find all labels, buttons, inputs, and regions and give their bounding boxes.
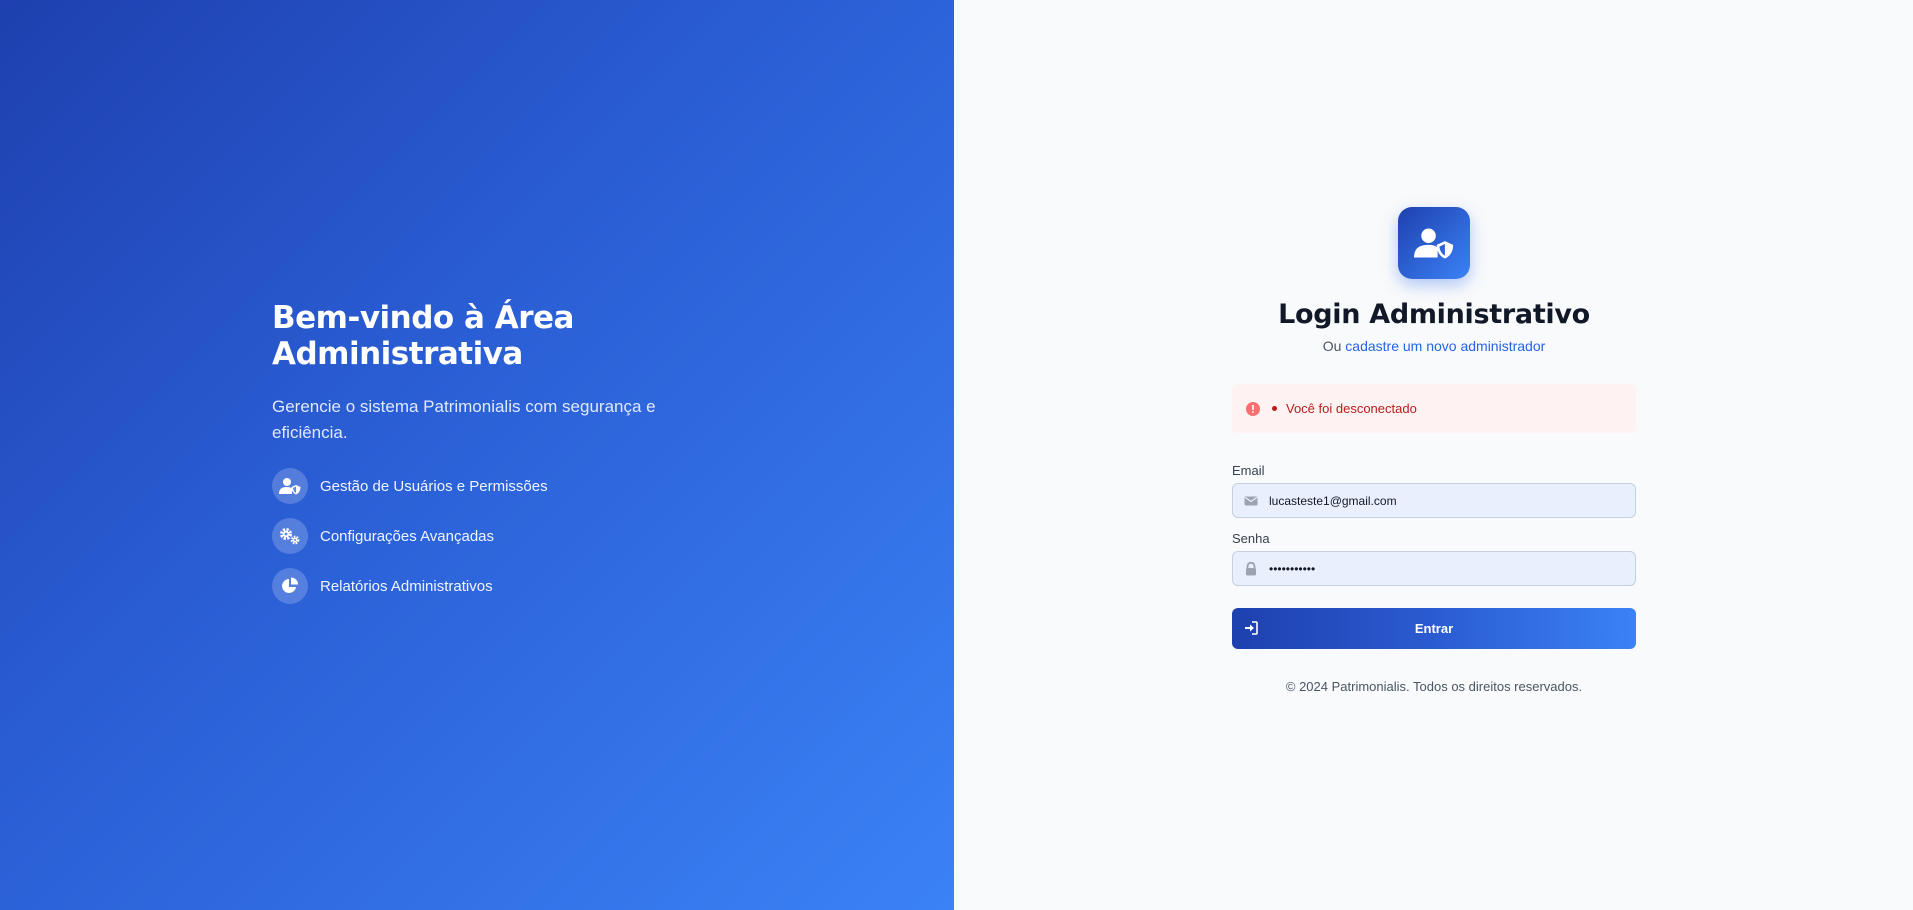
email-input[interactable] xyxy=(1233,484,1635,517)
password-label: Senha xyxy=(1232,531,1270,546)
exclamation-circle-icon xyxy=(1246,401,1260,416)
feature-label: Relatórios Administrativos xyxy=(320,577,493,595)
sign-in-icon xyxy=(1245,621,1258,635)
copyright-footer: © 2024 Patrimonialis. Todos os direitos … xyxy=(1285,679,1583,694)
alert-message: Você foi desconectado xyxy=(1286,401,1417,416)
page-title: Login Administrativo xyxy=(1278,299,1590,330)
cogs-icon xyxy=(272,518,308,554)
login-panel: Login Administrativo Ou cadastre um novo… xyxy=(954,0,1913,910)
email-field-wrapper xyxy=(1232,483,1636,518)
feature-item-reports: Relatórios Administrativos xyxy=(272,568,672,604)
lock-icon xyxy=(1246,562,1256,576)
feature-item-users: Gestão de Usuários e Permissões xyxy=(272,468,672,504)
user-shield-icon xyxy=(1398,207,1470,279)
hero-content: Bem-vindo à Área Administrativa Gerencie… xyxy=(272,300,672,618)
feature-item-settings: Configurações Avançadas xyxy=(272,518,672,554)
hero-title: Bem-vindo à Área Administrativa xyxy=(272,300,574,372)
feature-label: Gestão de Usuários e Permissões xyxy=(320,477,548,495)
feature-label: Configurações Avançadas xyxy=(320,527,495,545)
login-form: Login Administrativo Ou cadastre um novo… xyxy=(1232,207,1636,694)
pie-chart-icon xyxy=(272,568,308,604)
user-shield-icon xyxy=(272,468,308,504)
feature-list: Gestão de Usuários e Permissões Configur… xyxy=(272,468,672,604)
envelope-icon xyxy=(1244,496,1258,506)
hero-subtitle: Gerencie o sistema Patrimonialis com seg… xyxy=(272,397,656,442)
bullet xyxy=(1272,406,1277,411)
register-admin-link[interactable]: cadastre um novo administrador xyxy=(1345,338,1545,354)
login-button[interactable]: Entrar xyxy=(1232,608,1636,649)
hero-panel: Bem-vindo à Área Administrativa Gerencie… xyxy=(0,0,954,910)
email-label: Email xyxy=(1232,463,1265,478)
login-button-label: Entrar xyxy=(1414,621,1454,636)
password-field-wrapper xyxy=(1232,551,1636,586)
logout-alert: Você foi desconectado xyxy=(1232,384,1636,433)
password-input[interactable] xyxy=(1233,552,1635,585)
subtitle-prefix: Ou xyxy=(1322,338,1342,354)
login-subtitle: Ou cadastre um novo administrador xyxy=(1232,338,1636,354)
